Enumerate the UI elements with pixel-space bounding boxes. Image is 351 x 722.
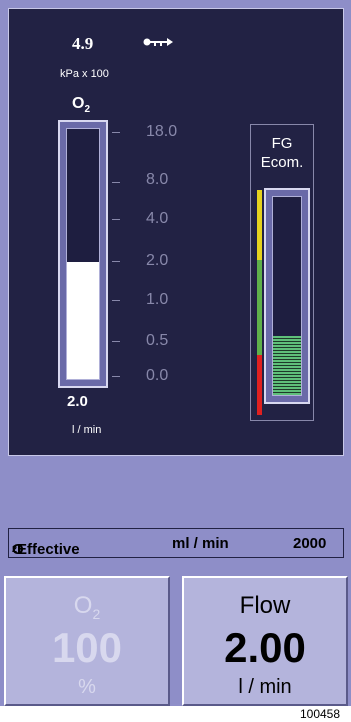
pressure-value: 4.9 bbox=[72, 34, 94, 53]
scale-label: 8.0 bbox=[146, 171, 169, 188]
key-icon bbox=[143, 38, 173, 46]
ecom-high-segment bbox=[257, 190, 262, 260]
ecom-low-segment bbox=[257, 355, 262, 415]
flow-button[interactable]: Flow 2.00 l / min bbox=[182, 576, 348, 706]
scale-label: 0.5 bbox=[146, 332, 169, 349]
o2-flow-unit: l / min bbox=[72, 424, 102, 436]
o2-effective-label: O 2 Effective bbox=[12, 541, 80, 558]
scale-label: 1.0 bbox=[146, 291, 169, 308]
scale-label: 2.0 bbox=[146, 252, 169, 269]
flow-button-label: Flow bbox=[239, 592, 291, 619]
scale-label: 18.0 bbox=[146, 123, 178, 140]
o2-bar-label: O2 bbox=[72, 95, 91, 116]
scale-label: 0.0 bbox=[146, 367, 169, 384]
flow-button-unit: l / min bbox=[238, 676, 292, 698]
pressure-unit: kPa x 100 bbox=[60, 68, 109, 80]
o2-button-value: 100 bbox=[51, 624, 123, 671]
ecom-bar bbox=[264, 188, 310, 404]
ecom-label: FG Ecom. bbox=[260, 135, 304, 171]
o2-flow-bar bbox=[58, 120, 108, 388]
o2-effective-value: 2000 bbox=[293, 535, 327, 552]
flow-button-value: 2.00 bbox=[224, 624, 306, 671]
ecom-bar-fill bbox=[273, 335, 301, 395]
figure-reference: 100458 bbox=[289, 706, 351, 722]
o2-effective-row: O 2 Effective ml / min 2000 bbox=[8, 528, 344, 558]
o2-button-label: O2 bbox=[73, 592, 101, 622]
o2-button-unit: % bbox=[78, 676, 96, 698]
anesthesia-panel: 4.9 kPa x 100 O2 18.0 8.0 4.0 2.0 1.0 0.… bbox=[0, 0, 351, 706]
ecom-ok-segment bbox=[257, 260, 262, 355]
o2-flow-bar-fill bbox=[67, 261, 99, 379]
o2-flow-value: 2.0 bbox=[67, 393, 88, 410]
scale-label: 4.0 bbox=[146, 210, 169, 227]
o2-effective-unit: ml / min bbox=[172, 535, 229, 552]
o2-concentration-button[interactable]: O2 100 % bbox=[4, 576, 170, 706]
